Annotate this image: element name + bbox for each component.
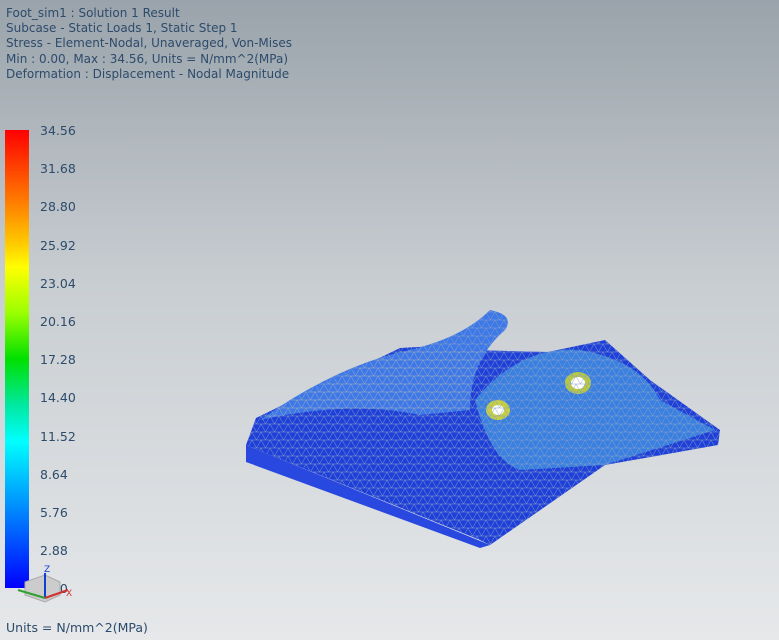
triad-z-label: Z	[44, 565, 50, 575]
units-label: Units = N/mm^2(MPa)	[6, 620, 148, 635]
triad-x-label: X	[66, 589, 72, 599]
fem-model	[246, 310, 720, 548]
model-viewport[interactable]: Z X	[0, 0, 779, 640]
axis-triad: Z X	[17, 565, 72, 603]
